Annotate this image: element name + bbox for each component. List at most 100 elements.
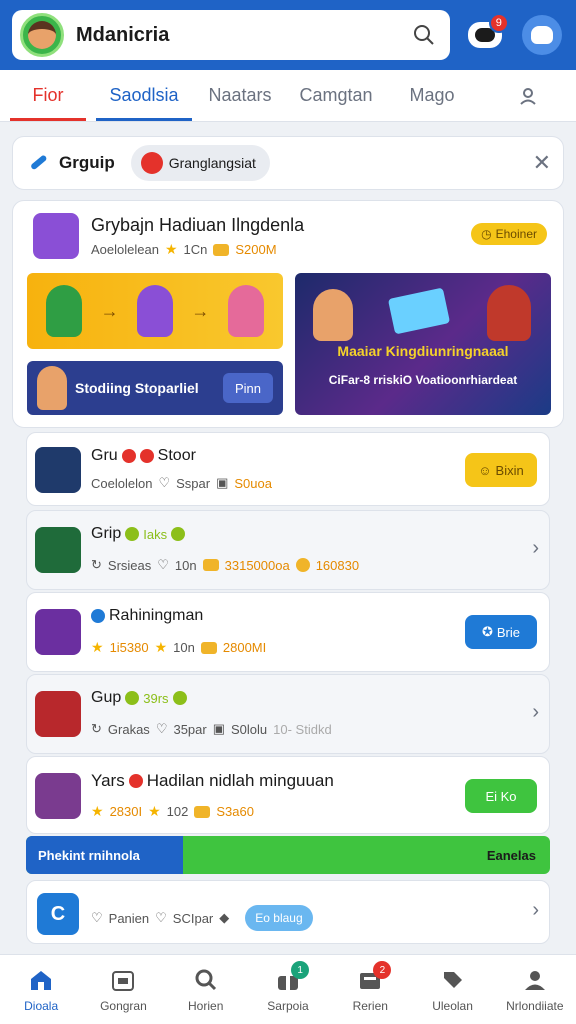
tab-bar: Fior Saodlsia Naatars Camgtan Mago xyxy=(0,70,576,122)
banner-promo[interactable]: Stodiing Stoparliel Pinn xyxy=(27,361,283,415)
bot-button[interactable] xyxy=(521,13,564,57)
tab-naatars[interactable]: Naatars xyxy=(192,70,288,121)
chevron-right-icon[interactable]: › xyxy=(532,537,539,560)
nav-label: Rerien xyxy=(352,998,388,1013)
featured-header: Grybajn Hadiuan Ilngdenla Aoelolelean ★ … xyxy=(33,213,547,263)
featured-title: Grybajn Hadiuan Ilngdenla xyxy=(91,215,305,235)
nav-mail[interactable]: 2 Rerien xyxy=(329,955,411,1024)
banner-characters[interactable]: → → xyxy=(27,273,283,349)
card-icon: ▣ xyxy=(216,475,229,490)
filter-bar: Grguip Granglangsiat ✕ xyxy=(12,136,564,190)
verified-icon xyxy=(91,609,105,623)
banner-promo-text: Stodiing Stoparliel xyxy=(75,380,199,396)
tab-camgtan[interactable]: Camgtan xyxy=(288,70,384,121)
progress-label: Phekint rnihnola xyxy=(38,847,140,863)
tab-mago[interactable]: Mago xyxy=(384,70,480,121)
nav-search[interactable]: Horien xyxy=(165,955,247,1024)
gamepad-button[interactable]: 9 xyxy=(464,13,509,57)
progress-right-label: Eanelas xyxy=(486,847,536,863)
row-subtitle-text: Hadilan nidlah minguuan xyxy=(146,771,334,790)
nav-badge: 1 xyxy=(291,961,310,979)
nav-label: Horien xyxy=(188,998,224,1013)
coin-icon xyxy=(295,558,310,572)
row-action-button[interactable]: Ei Ko xyxy=(465,779,537,813)
badge-icon xyxy=(171,527,186,541)
search-icon[interactable] xyxy=(406,17,442,53)
chevron-right-icon[interactable]: › xyxy=(532,899,539,922)
pencil-icon xyxy=(25,150,51,176)
list-item[interactable]: Grip Iaks ↻ Srsieas ♡ 10n 3315000oa 1608… xyxy=(26,510,550,590)
filter-label: Grguip xyxy=(59,153,115,172)
list-item[interactable]: Rahiningman ★ 1i5380 ★ 10n 2800MI ✪ Brie xyxy=(26,592,550,672)
close-icon[interactable]: ✕ xyxy=(533,150,551,176)
nav-home[interactable]: Dioala xyxy=(0,955,82,1024)
row-title: Yars Hadilan nidlah minguuan xyxy=(91,771,334,791)
banner-promo-button[interactable]: Pinn xyxy=(222,373,273,403)
row-meta: Coelolelon ♡ Sspar ▣ S0uoa xyxy=(91,475,272,491)
featured-rating: 1Cn xyxy=(183,242,208,257)
tag-icon: ◆ xyxy=(219,910,230,925)
nav-gift[interactable]: 1 Sarpoia xyxy=(247,955,329,1024)
row-meta-c: S0uoa xyxy=(234,475,272,491)
row-title: Grip Iaks xyxy=(91,525,186,543)
row-meta-b: 10n xyxy=(174,557,197,573)
search-bar[interactable]: Mdanicria xyxy=(12,10,450,60)
store-icon xyxy=(109,967,137,993)
row-action-button[interactable]: ☺ Bixin xyxy=(465,453,537,487)
list-item[interactable]: Yars Hadilan nidlah minguuan ★ 2830I ★ 1… xyxy=(26,756,550,834)
row-meta-a: Srsieas xyxy=(107,557,152,573)
chevron-right-icon[interactable]: › xyxy=(532,701,539,724)
flame-icon xyxy=(128,774,143,788)
list-item[interactable]: C ♡ Panien ♡ SCIpar ◆ Eo blaug › xyxy=(26,880,550,944)
avatar[interactable] xyxy=(20,13,64,57)
smile-icon: ☺ xyxy=(478,462,492,478)
bookmark-icon: ♡ xyxy=(155,721,168,736)
chip-icon xyxy=(140,152,163,174)
featured-badge[interactable]: ◷ Ehoiner xyxy=(471,223,547,245)
row-meta-b: SCIpar xyxy=(172,910,214,926)
row-avatar xyxy=(35,691,81,737)
coin-icon xyxy=(194,805,211,818)
row-title-text: Gru xyxy=(91,447,118,464)
star-icon: ★ xyxy=(91,803,104,819)
banner-event-title: Maaiar Kingdiunringnaaal xyxy=(337,343,509,359)
filter-chip[interactable]: Granglangsiat xyxy=(130,145,270,181)
row-meta-a: 1i5380 xyxy=(109,640,149,655)
row-action-button[interactable]: ✪ Brie xyxy=(465,615,537,649)
character-figure xyxy=(136,285,173,337)
bookmark-icon: ♡ xyxy=(157,557,169,572)
refresh-icon: ↻ xyxy=(91,557,102,572)
row-avatar xyxy=(35,447,81,493)
row-title: Gup 39rs xyxy=(91,689,187,707)
featured-coins: S200M xyxy=(235,242,277,257)
nav-profile[interactable]: Nrlondiiate xyxy=(494,955,576,1024)
star-icon: ★ xyxy=(164,241,178,257)
nav-label: Dioala xyxy=(24,998,59,1013)
row-meta: ★ 1i5380 ★ 10n 2800MI xyxy=(91,639,266,656)
nav-tag[interactable]: Uleolan xyxy=(411,955,493,1024)
bot-icon xyxy=(522,15,563,55)
tab-fior[interactable]: Fior xyxy=(0,70,96,121)
tab-saodlsia[interactable]: Saodlsia xyxy=(96,70,192,121)
list-item[interactable]: Gru Stoor Coelolelon ♡ Sspar ▣ S0uoa ☺ B… xyxy=(26,432,550,506)
coin-icon xyxy=(213,243,230,256)
row-meta: ↻ Grakas ♡ 35par ▣ S0lolu 10- Stidkd xyxy=(91,721,332,737)
person-icon[interactable] xyxy=(480,70,576,121)
nav-label: Gongran xyxy=(100,998,147,1013)
nav-store[interactable]: Gongran xyxy=(82,955,164,1024)
row-meta: ↻ Srsieas ♡ 10n 3315000oa 160830 xyxy=(91,557,359,573)
row-pill[interactable]: Eo blaug xyxy=(245,905,313,931)
search-icon xyxy=(192,967,220,993)
row-title-text: Gup xyxy=(91,689,122,706)
banner-event[interactable]: Maaiar Kingdiunringnaaal CiFar-8 rriskiO… xyxy=(295,273,551,415)
row-meta-a: Grakas xyxy=(107,721,150,737)
featured-meta: Aoelolelean ★ 1Cn S200M xyxy=(91,241,277,258)
row-meta-b: 102 xyxy=(166,804,189,819)
row-tag: Stoor xyxy=(157,447,196,464)
row-meta-d: 160830 xyxy=(315,557,360,573)
list-item[interactable]: Gup 39rs ↻ Grakas ♡ 35par ▣ S0lolu 10- S… xyxy=(26,674,550,754)
row-meta-a: Panien xyxy=(108,910,150,926)
row-action-label: Brie xyxy=(496,624,521,640)
progress-bar: Phekint rnihnola Eanelas xyxy=(26,836,550,874)
arrow-icon: → xyxy=(191,300,210,321)
